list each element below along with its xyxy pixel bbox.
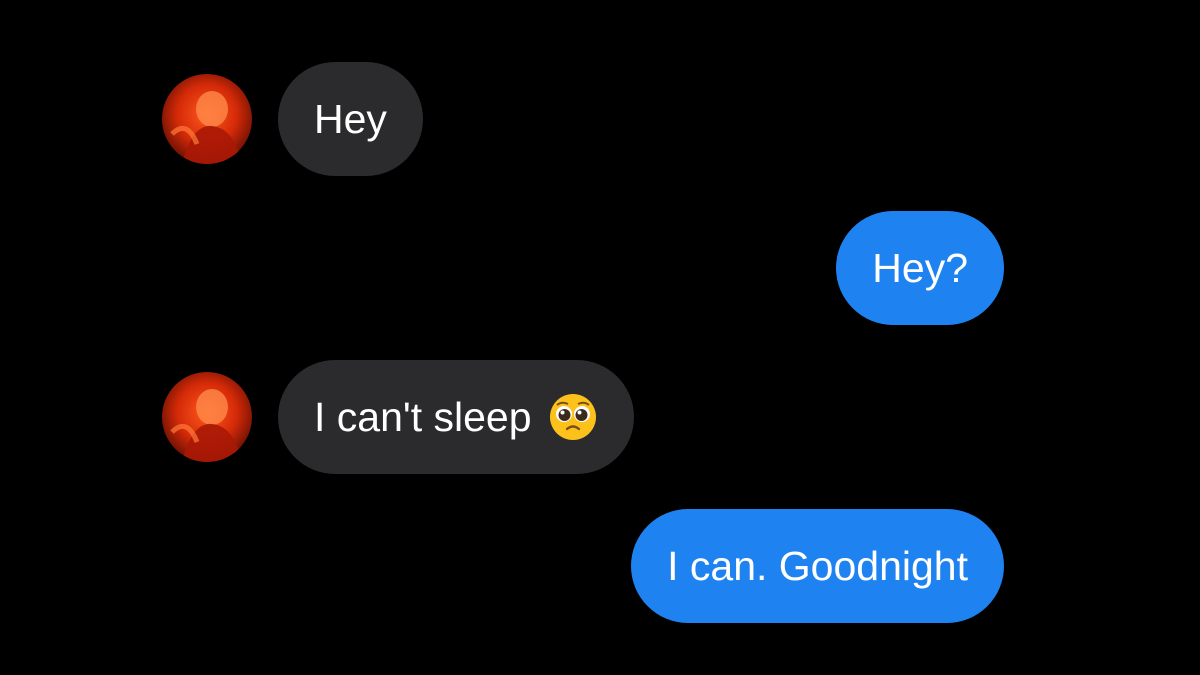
message-bubble[interactable]: Hey	[278, 62, 423, 176]
message-row-outgoing: I can. Goodnight	[631, 509, 1004, 623]
pleading-face-emoji-icon	[548, 392, 598, 442]
contact-avatar[interactable]	[162, 372, 252, 462]
message-text: Hey?	[872, 244, 968, 291]
message-bubble[interactable]: I can't sleep	[278, 360, 634, 474]
message-text: I can't sleep	[314, 393, 532, 440]
message-row-incoming: Hey	[162, 62, 423, 176]
message-row-incoming: I can't sleep	[162, 360, 634, 474]
message-text: I can. Goodnight	[667, 542, 968, 589]
contact-avatar[interactable]	[162, 74, 252, 164]
message-text: Hey	[314, 95, 387, 142]
chat-thread: Hey Hey? I can't sleep I can. Goodnight	[0, 0, 1200, 675]
message-row-outgoing: Hey?	[836, 211, 1004, 325]
message-bubble[interactable]: I can. Goodnight	[631, 509, 1004, 623]
message-bubble[interactable]: Hey?	[836, 211, 1004, 325]
